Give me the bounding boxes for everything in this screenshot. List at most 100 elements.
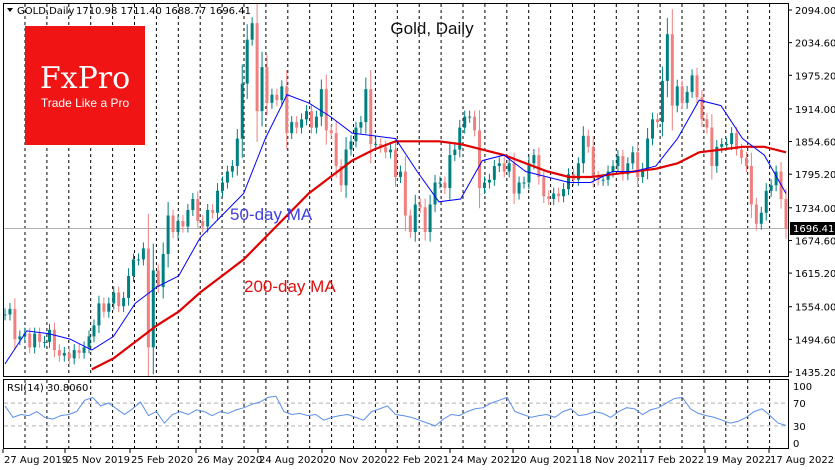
candle [43, 341, 47, 343]
candle [522, 182, 526, 184]
candle [581, 135, 585, 164]
date-axis: 27 Aug 201925 Nov 2019 25 Feb 2020 26 May … [2, 449, 834, 466]
price-tick-label: 1975.20 [795, 71, 835, 82]
candle [132, 259, 136, 276]
candle [507, 163, 511, 172]
last-price-value: 1696.41 [793, 224, 834, 235]
candle [616, 156, 620, 167]
candle [33, 333, 37, 348]
date-tick-label: 25 Feb 2020 [131, 455, 193, 466]
fxpro-logo-tagline: Trade Like a Pro [41, 96, 130, 110]
candle [18, 336, 22, 340]
candle [695, 75, 699, 98]
price-tick-label: 1854.60 [795, 138, 835, 149]
candle [423, 207, 427, 232]
candle [117, 292, 121, 307]
date-tick-label: 25 Nov 2019 [66, 455, 130, 466]
candle [295, 122, 299, 128]
candle [458, 127, 462, 150]
price-tick-label: 1674.60 [795, 236, 835, 247]
candle [206, 210, 210, 227]
candle [646, 138, 650, 169]
candle [122, 297, 126, 307]
candle [314, 116, 318, 128]
date-tick-label: 17 Aug 2022 [770, 455, 834, 466]
rsi-tick-label: 100 [793, 382, 812, 393]
candle [107, 303, 111, 312]
candle [300, 119, 304, 128]
candle [651, 119, 655, 139]
candle [245, 39, 249, 84]
candle [463, 116, 467, 128]
ma200-label: 200-day MA [244, 277, 336, 296]
candle [611, 166, 615, 172]
date-tick-label: 17 Feb 2022 [642, 455, 704, 466]
candle [492, 166, 496, 180]
candle [87, 336, 91, 348]
candle [102, 303, 106, 312]
candle [309, 111, 313, 128]
candle [730, 133, 734, 145]
price-tick-label: 1435.20 [795, 368, 835, 379]
candle [260, 67, 264, 112]
candle [216, 190, 220, 213]
candle [398, 171, 402, 178]
candle [166, 215, 170, 254]
candle [542, 177, 546, 197]
date-tick-label: 19 May 2022 [706, 455, 771, 466]
candle [740, 149, 744, 158]
gold-daily-chart: FxPro Trade Like a Pro Gold, Daily 50-da… [2, 3, 835, 466]
date-tick-label: 22 Feb 2021 [387, 455, 449, 466]
candle [92, 325, 96, 337]
candle [468, 116, 472, 118]
candle [374, 144, 378, 146]
candle [552, 193, 556, 200]
candle [562, 189, 566, 197]
candle [478, 130, 482, 189]
candle [52, 329, 56, 351]
candle [201, 221, 205, 227]
candle [433, 182, 437, 205]
candle [67, 352, 71, 359]
date-tick-label: 20 Nov 2020 [323, 455, 387, 466]
candle [250, 23, 254, 40]
price-tick-label: 1554.00 [795, 303, 835, 314]
candle [82, 347, 86, 353]
candle [636, 152, 640, 178]
candle [690, 75, 694, 92]
price-tick-label: 1494.60 [795, 335, 835, 346]
candle [161, 253, 165, 287]
price-axis: 2094.00 2034.60 1975.20 1914.00 1854.60 1795.… [789, 6, 835, 379]
candle [112, 292, 116, 304]
candle [443, 182, 447, 189]
candle [230, 166, 234, 172]
candle [769, 185, 773, 191]
candle [156, 270, 160, 287]
candle [487, 179, 491, 183]
candle [438, 182, 442, 184]
candle [319, 89, 323, 117]
candle [784, 199, 788, 229]
candle [211, 210, 215, 213]
candle [720, 144, 724, 147]
candle [62, 352, 66, 356]
candle [413, 204, 417, 232]
candle [280, 86, 284, 101]
candle [705, 119, 709, 128]
candle [384, 146, 388, 153]
candle [97, 303, 101, 326]
rsi-axis: 100 70 30 0 [793, 382, 812, 450]
candle [759, 212, 763, 224]
price-tick-label: 1734.00 [795, 204, 835, 215]
date-tick-label: 27 Aug 2019 [4, 455, 68, 466]
candle [141, 248, 145, 260]
ma50-label: 50-day MA [230, 205, 313, 224]
candle [329, 130, 333, 134]
candle [749, 166, 753, 205]
candle [537, 155, 541, 178]
candle [631, 152, 635, 164]
date-tick-label: 26 May 2020 [197, 455, 262, 466]
candle [532, 155, 536, 164]
candle [57, 350, 61, 356]
collapse-arrow-icon[interactable] [7, 8, 13, 12]
